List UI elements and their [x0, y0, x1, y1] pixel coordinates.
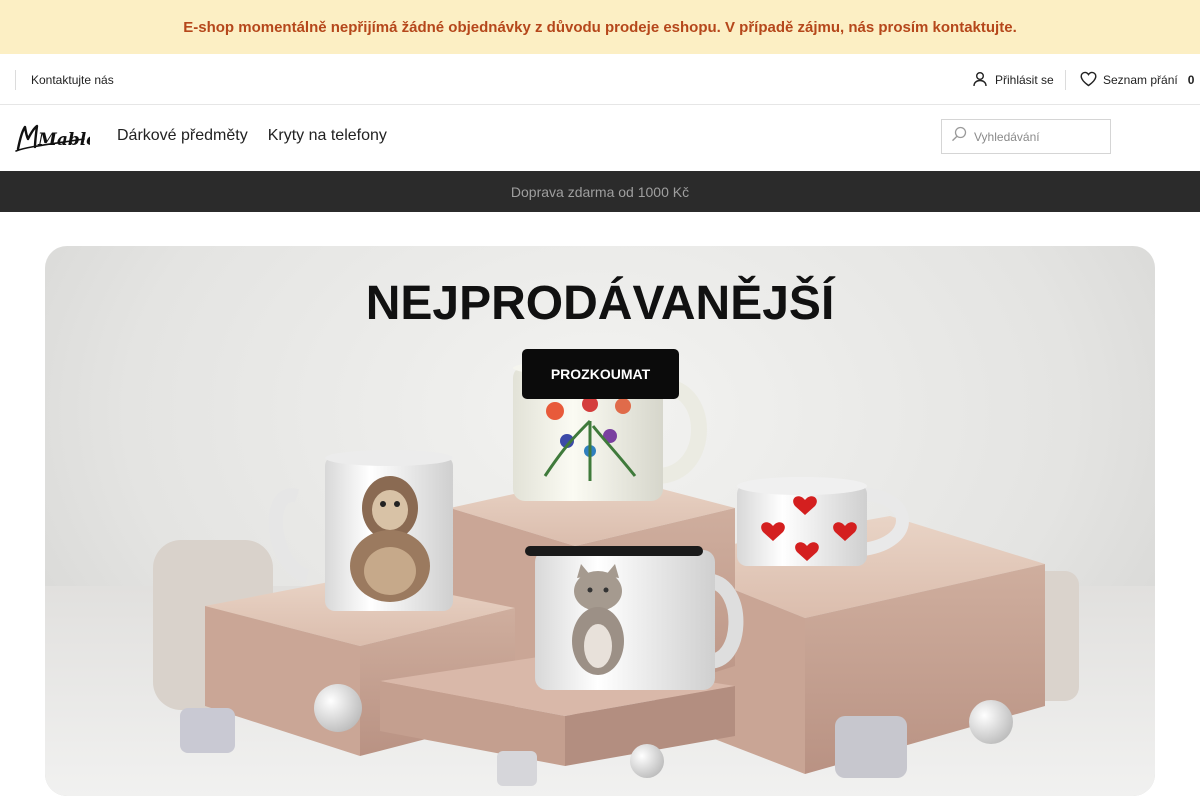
hero-title: NEJPRODÁVANĚJŠÍ	[365, 277, 835, 330]
logo[interactable]: Mablo	[14, 119, 98, 157]
shipping-text: Doprava zdarma od 1000 Kč	[510, 183, 690, 200]
user-icon	[972, 71, 988, 90]
notice-text: E-shop momentálně nepřijímá žádné objedn…	[183, 18, 1017, 36]
wishlist-link[interactable]: Seznam přání 0	[1080, 70, 1194, 90]
search-input[interactable]	[974, 129, 1104, 144]
notice-banner: E-shop momentálně nepřijímá žádné objedn…	[0, 0, 1200, 54]
heart-icon	[1080, 71, 1097, 90]
topbar-divider	[1065, 70, 1066, 90]
search-box[interactable]	[941, 119, 1111, 154]
login-label: Přihlásit se	[995, 73, 1054, 87]
menu-item-phone-cases[interactable]: Kryty na telefony	[268, 127, 387, 145]
wishlist-label: Seznam přání	[1103, 73, 1178, 87]
contact-link[interactable]: Kontaktujte nás	[15, 70, 114, 90]
shipping-bar: Doprava zdarma od 1000 Kč	[0, 171, 1200, 212]
hero-banner[interactable]: NEJPRODÁVANĚJŠÍ PROZKOUMAT	[45, 246, 1155, 796]
main-header: Mablo Dárkové předměty Kryty na telefony	[0, 105, 1200, 171]
top-bar: Kontaktujte nás Přihlásit se Seznam přán…	[0, 54, 1200, 105]
explore-button[interactable]: PROZKOUMAT	[522, 349, 679, 399]
menu-item-gifts[interactable]: Dárkové předměty	[117, 127, 248, 145]
main-menu: Dárkové předměty Kryty na telefony	[117, 127, 387, 145]
login-link[interactable]: Přihlásit se	[972, 70, 1054, 90]
search-icon[interactable]	[951, 126, 967, 147]
logo-text: Mablo	[37, 130, 90, 150]
wishlist-count: 0	[1187, 73, 1195, 87]
